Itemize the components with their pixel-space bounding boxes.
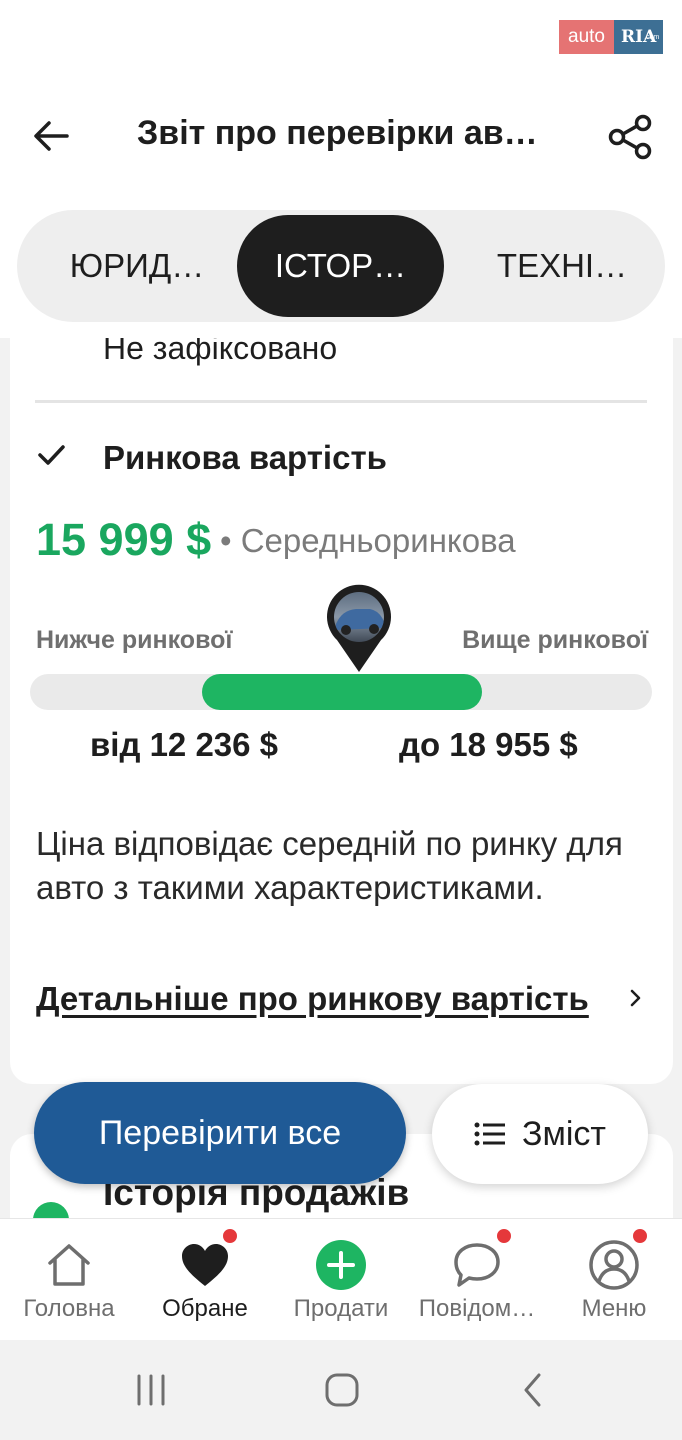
above-market-label: Вище ринкової	[462, 626, 648, 654]
recent-apps-button[interactable]	[121, 1368, 181, 1412]
chevron-left-icon	[524, 1373, 541, 1407]
chevron-right-icon[interactable]	[628, 986, 644, 1010]
market-value-details-link[interactable]: Детальніше про ринкову вартість	[36, 980, 589, 1018]
chat-icon	[451, 1239, 503, 1291]
nav-home[interactable]: Головна	[1, 1219, 137, 1341]
price-description: Ціна відповідає середній по ринку для ав…	[36, 825, 623, 906]
previous-section-status: Не зафіксовано	[103, 338, 338, 366]
share-icon	[608, 114, 652, 160]
nav-label: Обране	[162, 1295, 248, 1322]
app-header: Звіт про перевірки ав…	[0, 100, 682, 170]
nav-sell[interactable]: Продати	[273, 1219, 409, 1341]
nav-label: Продати	[293, 1295, 389, 1322]
system-nav-bar	[0, 1340, 682, 1440]
section-title: Ринкова вартість	[103, 439, 387, 476]
nav-favorites[interactable]: Обране	[137, 1219, 273, 1341]
back-system-button[interactable]	[503, 1368, 563, 1412]
market-value-card: Не зафіксовано Ринкова вартість 15 999 $…	[10, 338, 673, 1084]
autoria-logo: auto RIA .com	[559, 20, 664, 54]
tab-technical[interactable]: ТЕХНІ…	[467, 215, 657, 317]
price-range-fill	[202, 674, 482, 710]
report-tabs: ЮРИД… ІСТОР… ТЕХНІ…	[17, 210, 665, 322]
nav-messages[interactable]: Повідом…	[409, 1219, 545, 1341]
nav-menu[interactable]: Меню	[546, 1219, 682, 1341]
nav-label: Повідом…	[418, 1295, 536, 1322]
heart-icon	[179, 1239, 231, 1291]
plus-circle-icon	[315, 1239, 367, 1291]
range-min-price: від 12 236 $	[90, 726, 279, 763]
page-title: Звіт про перевірки ав…	[137, 114, 538, 152]
bottom-nav: Головна Обране Продати Повідом… Меню	[0, 1218, 682, 1340]
profile-icon	[588, 1239, 640, 1291]
home-icon	[43, 1239, 95, 1291]
notification-dot	[495, 1227, 513, 1245]
check-icon	[38, 445, 65, 465]
tab-legal[interactable]: ЮРИД…	[42, 215, 232, 317]
contents-label: Зміст	[521, 1114, 607, 1153]
car-pin-marker	[327, 584, 391, 672]
logo-auto-text: auto	[559, 20, 614, 54]
logo-ria-text: RIA .com	[613, 20, 664, 54]
check-all-button[interactable]: Перевірити все	[34, 1082, 406, 1184]
notification-dot	[221, 1227, 239, 1245]
contents-button[interactable]: Зміст	[432, 1084, 648, 1184]
market-price: 15 999 $	[36, 514, 212, 565]
nav-label: Меню	[581, 1295, 647, 1322]
notification-dot	[631, 1227, 649, 1245]
arrow-left-icon	[34, 121, 69, 151]
range-max-price: до 18 955 $	[399, 726, 578, 763]
price-range-track	[30, 674, 652, 710]
recent-apps-icon	[137, 1374, 165, 1406]
list-icon	[474, 1122, 505, 1146]
back-button[interactable]	[28, 113, 74, 159]
price-status-label: • Середньоринкова	[220, 522, 516, 559]
share-button[interactable]	[604, 110, 658, 164]
nav-label: Головна	[23, 1295, 115, 1322]
home-system-button[interactable]	[312, 1368, 372, 1412]
divider	[35, 400, 647, 403]
below-market-label: Нижче ринкової	[36, 626, 233, 654]
home-square-icon	[325, 1373, 359, 1407]
check-circle-icon	[33, 1202, 69, 1218]
tab-history[interactable]: ІСТОР…	[237, 215, 444, 317]
